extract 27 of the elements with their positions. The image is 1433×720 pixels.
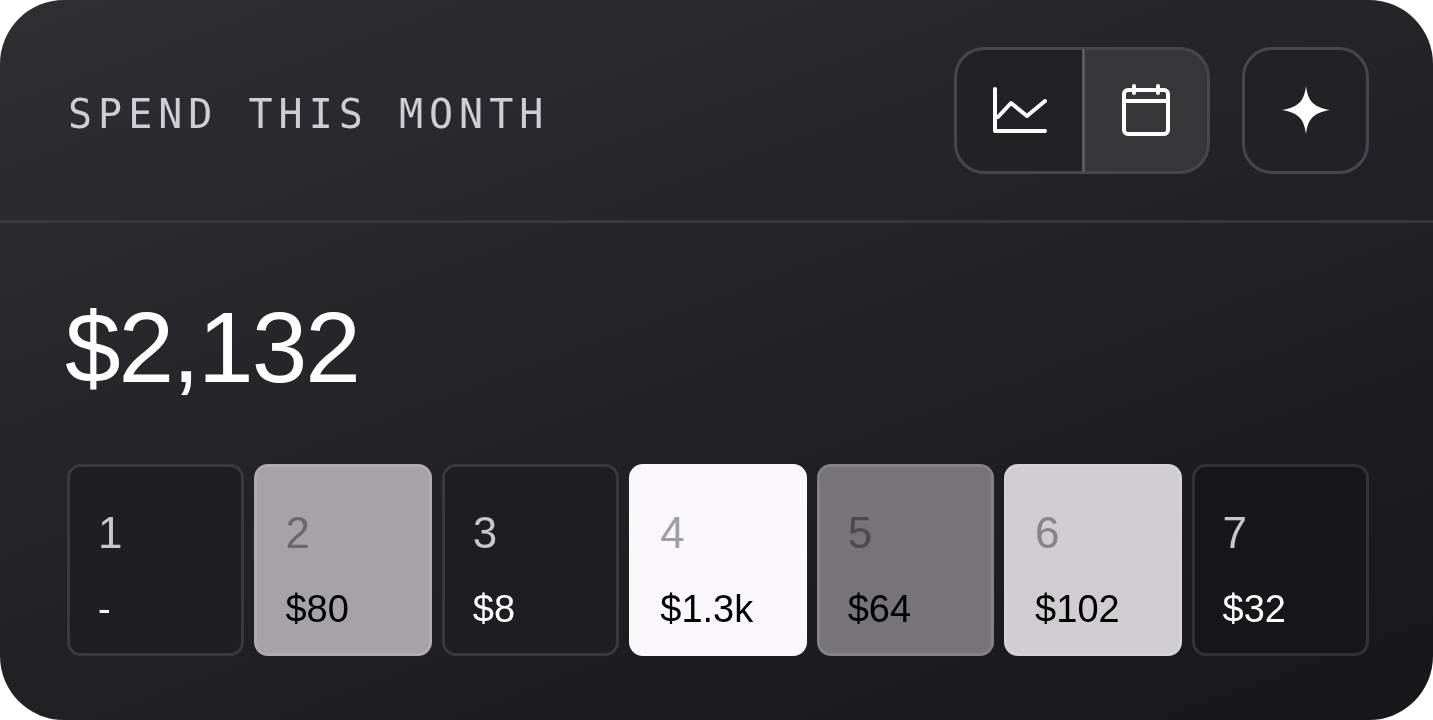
calendar-icon (1122, 84, 1170, 136)
day-number: 4 (660, 509, 685, 558)
day-tile[interactable]: 1 - (67, 464, 245, 656)
sparkle-button[interactable] (1242, 46, 1369, 174)
day-number: 6 (1035, 509, 1060, 558)
day-amount: $102 (1035, 589, 1120, 631)
total-amount: $2,132 (65, 297, 360, 397)
day-amount: $8 (472, 589, 516, 631)
day-tile[interactable]: 3 $8 (441, 464, 620, 656)
day-number: 2 (285, 509, 310, 558)
chart-view-toggle[interactable] (954, 46, 1082, 174)
day-amount: - (98, 589, 111, 631)
sparkle-icon (1281, 86, 1330, 134)
day-number: 1 (98, 509, 123, 558)
day-tile[interactable]: 4 $1.3k (629, 464, 807, 656)
day-number: 3 (472, 509, 498, 558)
line-chart-icon (992, 87, 1047, 133)
day-amount: $80 (285, 589, 349, 631)
day-amount: $32 (1222, 589, 1286, 631)
calendar-view-toggle[interactable] (1082, 46, 1210, 174)
day-tile[interactable]: 2 $80 (254, 464, 432, 656)
card-title: SPEND THIS MONTH (68, 94, 550, 134)
day-tile[interactable]: 6 $102 (1004, 464, 1182, 656)
day-amount: $1.3k (660, 589, 754, 631)
day-tile[interactable]: 7 $32 (1191, 464, 1369, 656)
day-number: 7 (1222, 509, 1247, 558)
day-amount: $64 (847, 589, 912, 631)
